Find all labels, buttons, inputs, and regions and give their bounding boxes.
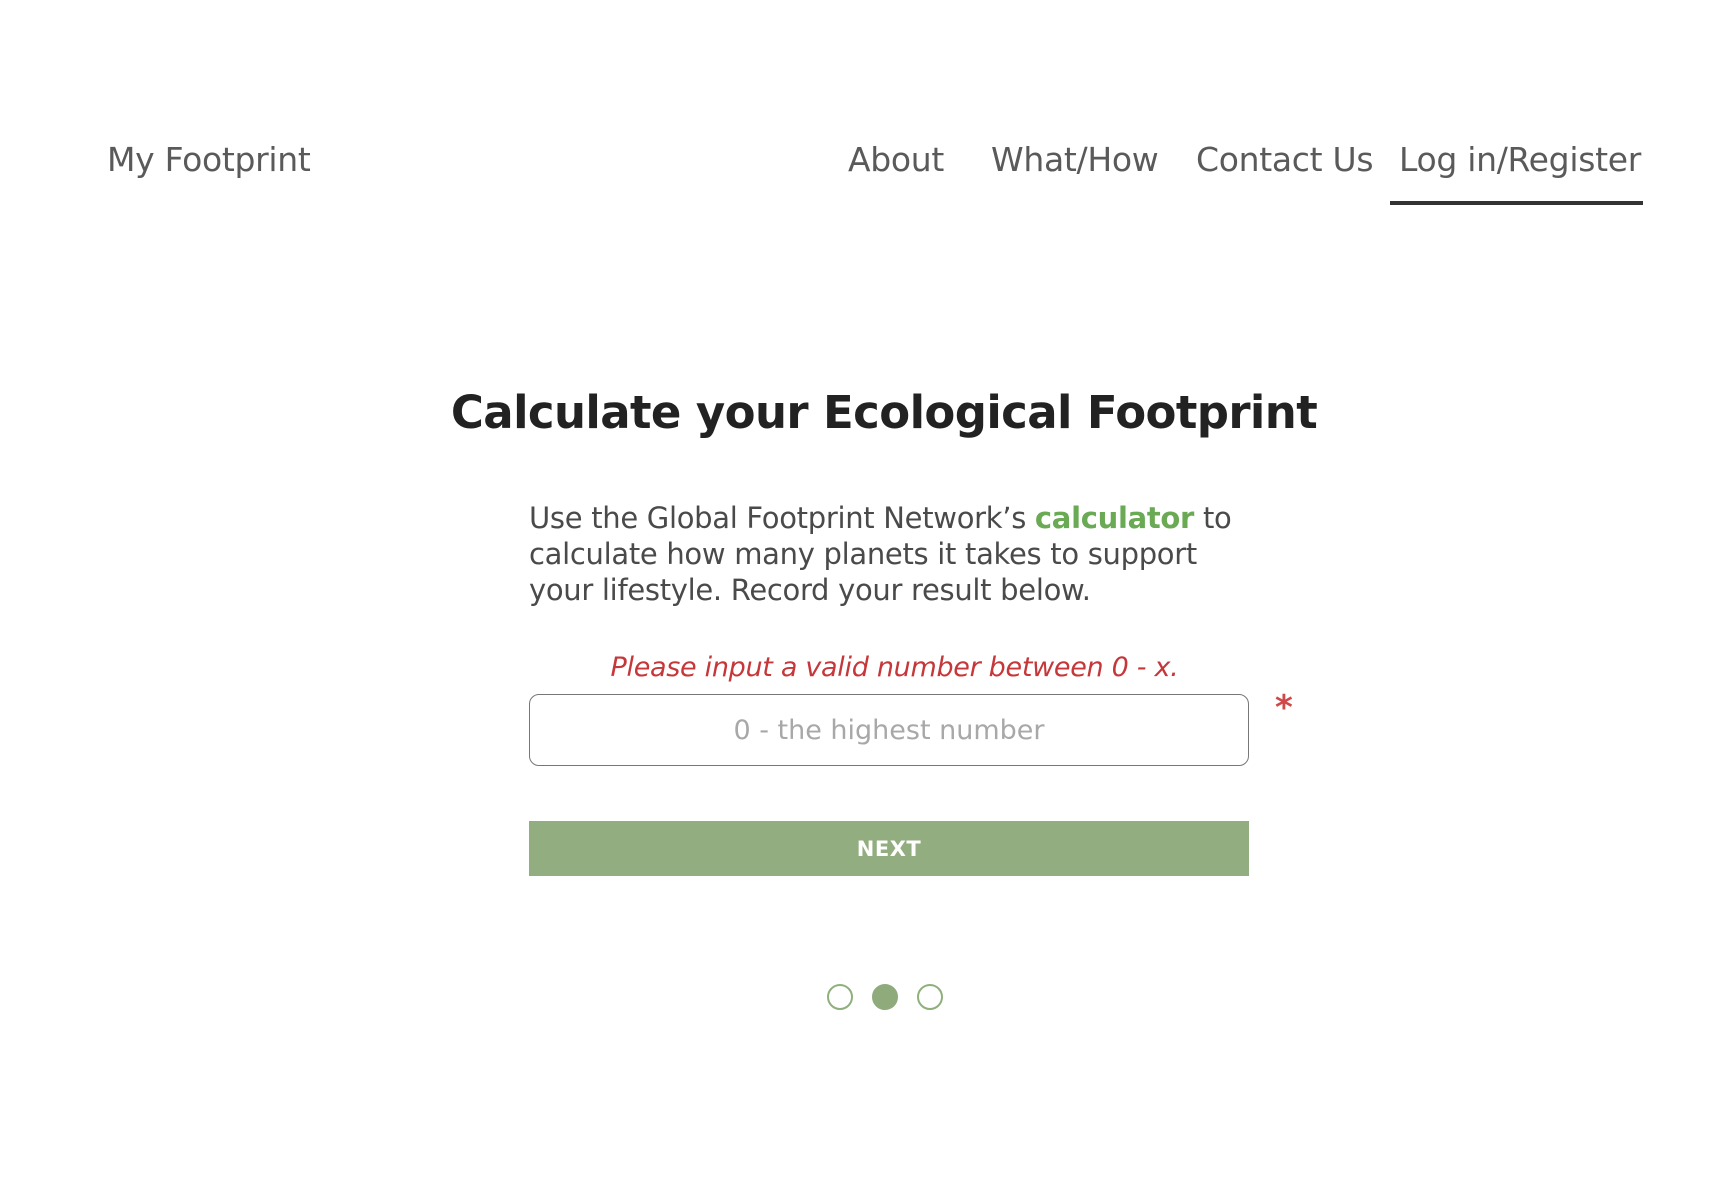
nav-item-contact[interactable]: Contact Us <box>1196 140 1374 179</box>
next-button[interactable]: NEXT <box>529 821 1249 876</box>
planets-number-input[interactable] <box>529 694 1249 766</box>
step-indicator <box>827 984 943 1010</box>
step-dot-2[interactable] <box>872 984 898 1010</box>
brand-link[interactable]: My Footprint <box>107 140 311 179</box>
step-dot-3[interactable] <box>917 984 943 1010</box>
nav-item-login-register[interactable]: Log in/Register <box>1399 140 1641 179</box>
page-title: Calculate your Ecological Footprint <box>450 386 1318 439</box>
active-nav-underline <box>1390 201 1643 205</box>
intro-text-start: Use the Global Footprint Network’s <box>529 501 1035 535</box>
nav-item-about[interactable]: About <box>848 140 944 179</box>
required-marker: * <box>1275 688 1293 728</box>
validation-error-message: Please input a valid number between 0 - … <box>610 652 1179 683</box>
nav-item-what-how[interactable]: What/How <box>991 140 1159 179</box>
step-dot-1[interactable] <box>827 984 853 1010</box>
page: My Footprint About What/How Contact Us L… <box>0 0 1732 1188</box>
intro-text: Use the Global Footprint Network’s calcu… <box>529 500 1249 608</box>
calculator-link[interactable]: calculator <box>1035 501 1194 535</box>
result-input-wrapper <box>529 694 1249 766</box>
